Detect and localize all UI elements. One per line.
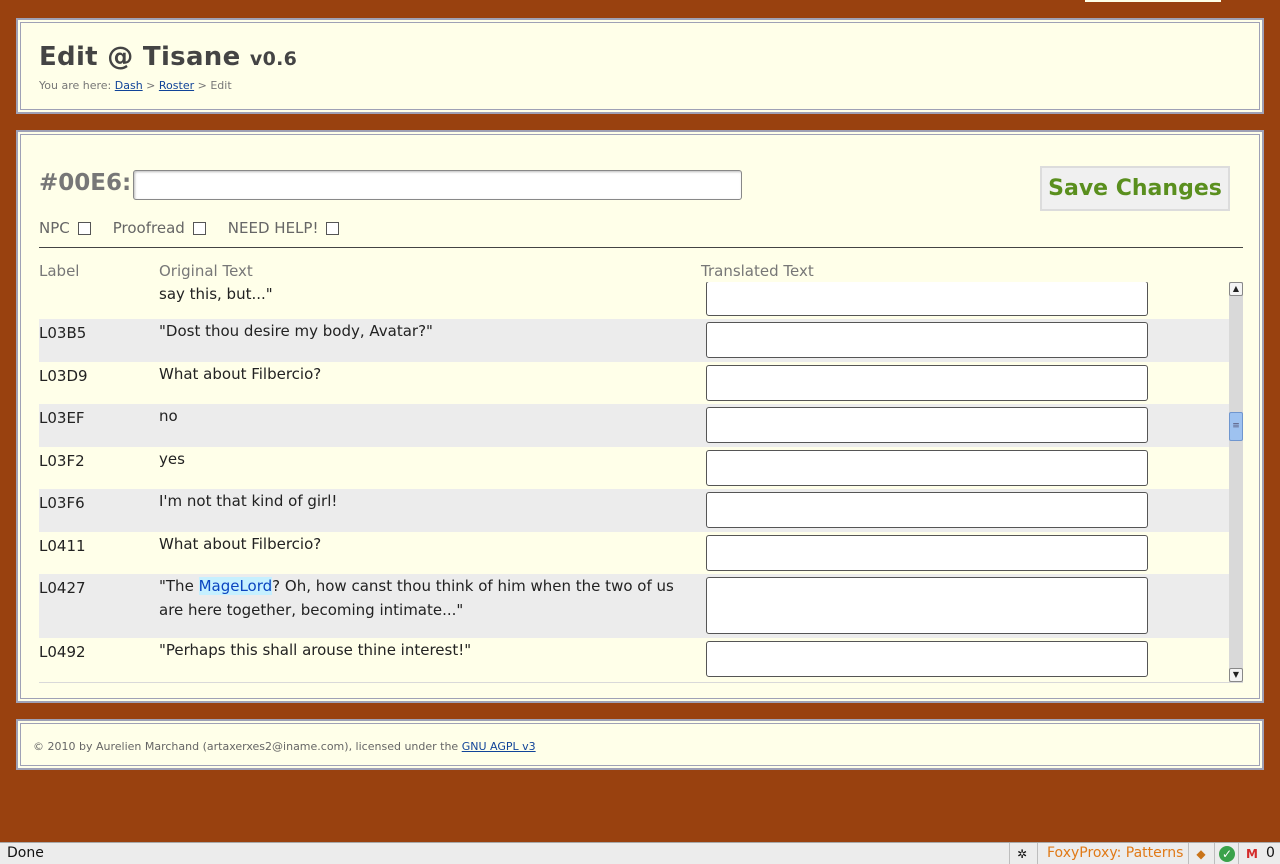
flag-proofread: Proofread xyxy=(113,219,206,237)
row-original-text: What about Filbercio? xyxy=(159,535,322,553)
entry-id-label: #00E6: xyxy=(39,170,132,196)
translation-input[interactable] xyxy=(706,365,1148,401)
flags-row: NPC Proofread NEED HELP! xyxy=(39,218,361,238)
breadcrumb-roster-link[interactable]: Roster xyxy=(159,79,194,92)
scroll-up-arrow-icon[interactable]: ▲ xyxy=(1229,282,1243,296)
row-original-text: "Dost thou desire my body, Avatar?" xyxy=(159,322,433,340)
translation-input[interactable] xyxy=(706,407,1148,443)
translation-input[interactable] xyxy=(706,577,1148,634)
breadcrumb-prefix: You are here: xyxy=(39,79,112,92)
flag-npc: NPC xyxy=(39,219,91,237)
table-row: say this, but..." xyxy=(39,282,1229,319)
flag-proofread-label: Proofread xyxy=(112,219,185,237)
editor-panel: #00E6: Save Changes NPC Proofread NEED H… xyxy=(16,130,1264,703)
flag-need-help-label: NEED HELP! xyxy=(227,219,319,237)
row-label: L03EF xyxy=(39,409,85,427)
table-row: L0411 What about Filbercio? xyxy=(39,532,1229,574)
translation-input[interactable] xyxy=(706,282,1148,316)
table-row: L03EF no xyxy=(39,404,1229,447)
table-row: L03F2 yes xyxy=(39,447,1229,489)
copyright-text: © 2010 by Aurelien Marchand (artaxerxes2… xyxy=(33,740,536,753)
breadcrumb-current: Edit xyxy=(210,79,232,92)
row-label: L0411 xyxy=(39,537,86,555)
row-original-text: say this, but..." xyxy=(159,285,273,303)
scroll-down-arrow-icon[interactable]: ▼ xyxy=(1229,668,1243,682)
divider xyxy=(39,247,1243,248)
header-panel: Edit @ Tisane v0.6 You are here: Dash > … xyxy=(16,18,1264,114)
row-original-text: "The MageLord? Oh, how canst thou think … xyxy=(159,574,689,622)
license-link[interactable]: GNU AGPL v3 xyxy=(462,740,536,753)
column-header-original: Original Text xyxy=(159,262,253,280)
table-row: L03D9 What about Filbercio? xyxy=(39,362,1229,404)
translation-input[interactable] xyxy=(706,322,1148,358)
highlighted-term[interactable]: MageLord xyxy=(198,577,273,595)
row-original-text: yes xyxy=(159,450,185,468)
footer-panel: © 2010 by Aurelien Marchand (artaxerxes2… xyxy=(16,719,1264,770)
version-label: v0.6 xyxy=(249,48,298,70)
need-help-checkbox[interactable] xyxy=(326,221,340,235)
foxyproxy-status[interactable]: FoxyProxy: Patterns xyxy=(1047,845,1183,861)
row-label: L0427 xyxy=(39,579,86,597)
breadcrumb-separator: > xyxy=(146,79,156,92)
row-label: L03F6 xyxy=(39,494,85,512)
row-label: L03B5 xyxy=(39,324,87,342)
translation-input[interactable] xyxy=(706,492,1148,528)
table-scrollbar[interactable]: ▲ ≡ ▼ xyxy=(1229,282,1243,682)
table-bottom-divider xyxy=(39,682,1243,683)
row-original-text: "Perhaps this shall arouse thine interes… xyxy=(159,641,472,659)
browser-status-bar: Done ✲ FoxyProxy: Patterns ◆ ✓ M 0 xyxy=(0,842,1280,864)
breadcrumb-dash-link[interactable]: Dash xyxy=(115,79,143,92)
entry-name-input[interactable] xyxy=(133,170,742,200)
breadcrumb-separator: > xyxy=(197,79,207,92)
row-label: L0492 xyxy=(39,643,86,661)
bug-icon[interactable]: ✲ xyxy=(1014,846,1030,862)
original-text-part: "The xyxy=(159,577,199,595)
flag-npc-label: NPC xyxy=(39,219,70,237)
translation-input[interactable] xyxy=(706,535,1148,571)
copyright-notice: © 2010 by Aurelien Marchand (artaxerxes2… xyxy=(33,740,459,753)
browser-tab-edge xyxy=(1085,0,1221,2)
save-changes-button[interactable]: Save Changes xyxy=(1040,166,1230,211)
proofread-checkbox[interactable] xyxy=(192,221,206,235)
row-original-text: no xyxy=(159,407,178,425)
column-header-label: Label xyxy=(39,262,80,280)
mail-count: 0 xyxy=(1266,845,1275,861)
column-header-translated: Translated Text xyxy=(701,262,814,280)
breadcrumb: You are here: Dash > Roster > Edit xyxy=(39,79,232,92)
npc-checkbox[interactable] xyxy=(77,221,91,235)
row-original-text: I'm not that kind of girl! xyxy=(159,492,338,510)
translation-input[interactable] xyxy=(706,641,1148,677)
gmail-icon[interactable]: M xyxy=(1244,846,1260,862)
page-title: Edit @ Tisane v0.6 xyxy=(39,42,297,72)
table-row: L03B5 "Dost thou desire my body, Avatar?… xyxy=(39,319,1229,362)
table-row: L03F6 I'm not that kind of girl! xyxy=(39,489,1229,532)
table-row: L0492 "Perhaps this shall arouse thine i… xyxy=(39,638,1229,682)
check-icon[interactable]: ✓ xyxy=(1219,846,1235,862)
translation-input[interactable] xyxy=(706,450,1148,486)
app-title: Edit @ Tisane xyxy=(39,42,241,72)
row-original-text: What about Filbercio? xyxy=(159,365,322,383)
translation-table: say this, but..." L03B5 "Dost thou desir… xyxy=(39,282,1229,682)
scrollbar-thumb[interactable]: ≡ xyxy=(1229,412,1243,441)
fox-icon[interactable]: ◆ xyxy=(1193,846,1209,862)
table-row: L0427 "The MageLord? Oh, how canst thou … xyxy=(39,574,1229,638)
row-label: L03F2 xyxy=(39,452,85,470)
flag-need-help: NEED HELP! xyxy=(228,219,340,237)
row-label: L03D9 xyxy=(39,367,88,385)
status-text: Done xyxy=(7,845,44,861)
